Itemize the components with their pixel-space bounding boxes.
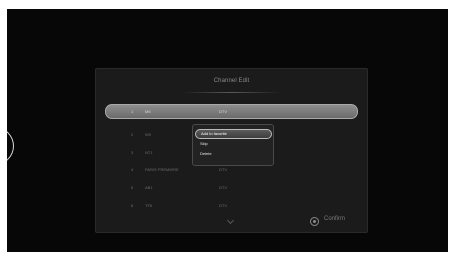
channel-number: 3 (131, 150, 134, 155)
channel-name: W9 (145, 132, 151, 137)
channel-number: 6 (131, 203, 134, 208)
dialog-title: Channel Edit (213, 78, 250, 84)
channel-number: 4 (131, 167, 134, 172)
title-divider (182, 92, 281, 93)
menu-item-skip[interactable]: Skip (200, 140, 208, 148)
channel-row[interactable]: 1 M6 DTV (105, 104, 358, 119)
confirm-hint[interactable]: Confirm (324, 216, 345, 222)
channel-number: 5 (131, 185, 134, 190)
channel-type: DTV (219, 109, 227, 114)
chevron-down-icon[interactable] (226, 216, 235, 225)
channel-type: DTV (219, 185, 227, 190)
menu-item-delete[interactable]: Delete (200, 150, 212, 158)
ok-button-icon (310, 217, 319, 226)
tv-screen: Channel Edit 1 M6 DTV 2 W9 3 NT1 4 PARIS… (7, 9, 448, 252)
channel-row[interactable]: 5 AB1 DTV (109, 182, 358, 194)
channel-name: TF6 (145, 203, 153, 208)
menu-item-add-to-favorite[interactable]: Add to favorite (195, 129, 272, 139)
channel-name: M6 (145, 109, 151, 114)
channel-number: 1 (131, 109, 134, 114)
channel-row[interactable]: 6 TF6 DTV (109, 200, 358, 212)
edge-arc (7, 127, 14, 165)
channel-options-menu: Add to favorite Skip Delete (192, 124, 274, 166)
channel-name: AB1 (145, 185, 153, 190)
channel-number: 2 (131, 132, 134, 137)
channel-name: PARIS PREMIERE (145, 167, 179, 172)
channel-name: NT1 (145, 150, 153, 155)
channel-type: DTV (219, 203, 227, 208)
channel-edit-dialog: Channel Edit 1 M6 DTV 2 W9 3 NT1 4 PARIS… (95, 68, 368, 233)
